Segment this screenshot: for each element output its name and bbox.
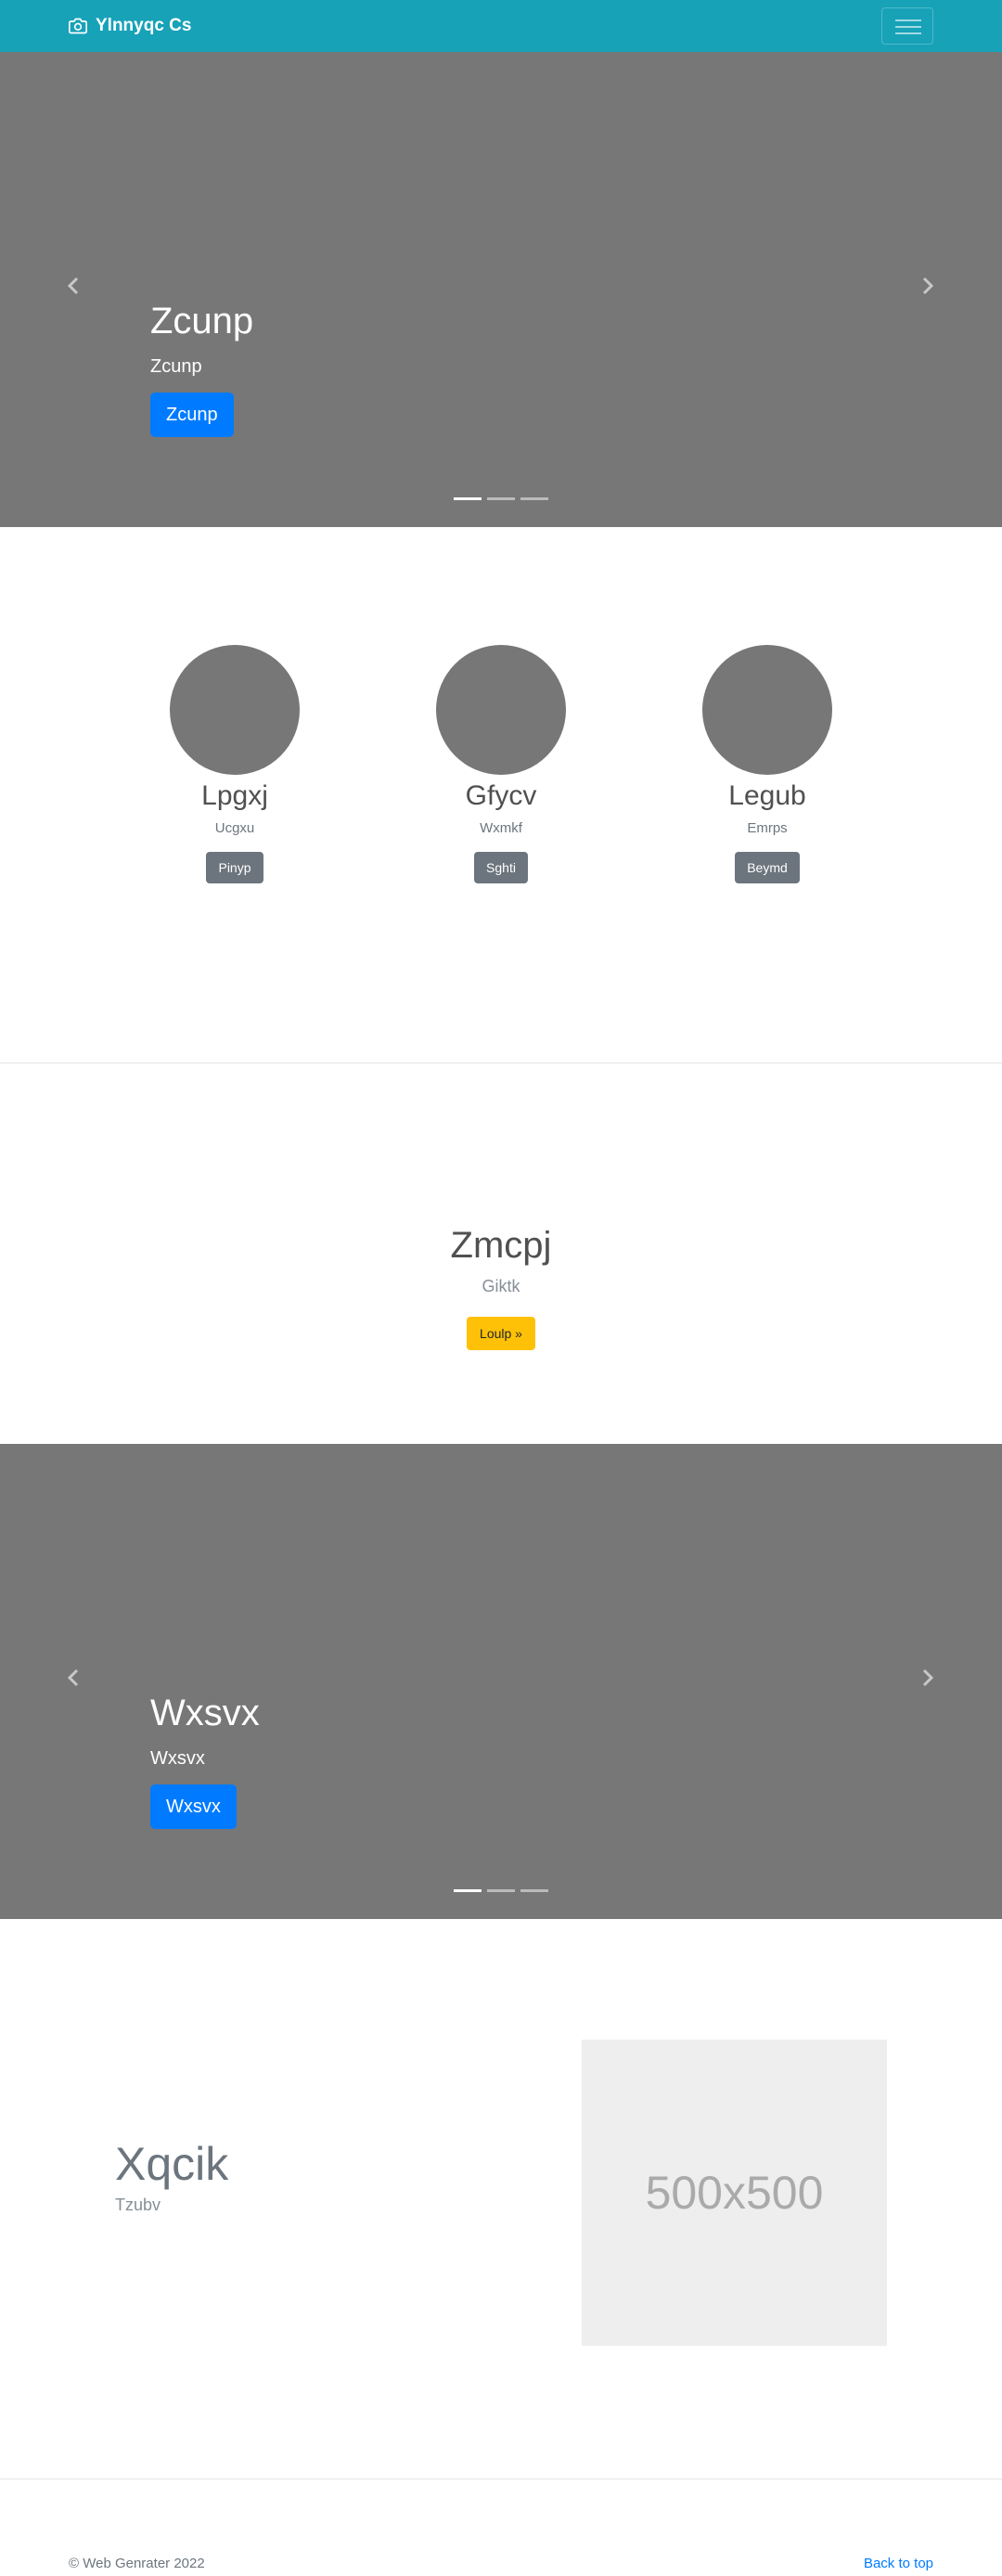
footer-copyright: © Web Genrater 2022 (69, 2556, 205, 2571)
back-to-top-link[interactable]: Back to top (864, 2556, 933, 2571)
carousel-next-button[interactable] (908, 267, 945, 304)
carousel-caption: Wxsvx Wxsvx Wxsvx (150, 1694, 260, 1829)
avatar (170, 645, 300, 775)
hamburger-menu-icon (895, 19, 921, 21)
carousel-title: Zcunp (150, 301, 254, 341)
carousel-prev-button[interactable] (56, 1659, 93, 1696)
second-carousel: Wxsvx Wxsvx Wxsvx (0, 1444, 1002, 1919)
carousel-caption: Zcunp Zcunp Zcunp (150, 303, 253, 437)
avatar (702, 645, 832, 775)
team-member-button[interactable]: Beymd (735, 852, 800, 883)
team-card: Gfycv Wxmkf Sghti (399, 645, 603, 883)
carousel-cta-button[interactable]: Zcunp (150, 393, 234, 437)
avatar (436, 645, 566, 775)
carousel-indicator-2[interactable] (487, 497, 515, 500)
feature-section: Zmcpj Giktk Loulp » (0, 1225, 1002, 1350)
navbar-toggler-button[interactable] (881, 7, 933, 45)
carousel-next-button[interactable] (908, 1659, 945, 1696)
team-member-name: Legub (728, 780, 806, 811)
team-member-role: Wxmkf (480, 820, 522, 836)
split-title: Xqcik (115, 2138, 229, 2190)
camera-icon (69, 18, 87, 34)
navbar: Ylnnyqc Cs (0, 0, 1002, 52)
split-text: Xqcik Tzubv (115, 2139, 228, 2215)
carousel-subtitle: Wxsvx (150, 1748, 205, 1769)
carousel-subtitle: Zcunp (150, 356, 202, 377)
hero-carousel: Zcunp Zcunp Zcunp (0, 52, 1002, 527)
chevron-left-icon (67, 1668, 79, 1687)
feature-subtitle: Giktk (482, 1277, 520, 1295)
carousel-indicator-3[interactable] (520, 1889, 548, 1892)
team-member-role: Ucgxu (214, 820, 255, 836)
brand-name: Ylnnyqc Cs (96, 16, 192, 35)
carousel-indicators (454, 497, 548, 500)
carousel-indicator-3[interactable] (520, 497, 548, 500)
split-subtitle: Tzubv (115, 2196, 161, 2214)
feature-title: Zmcpj (450, 1225, 552, 1266)
team-member-name: Gfycv (465, 780, 537, 811)
carousel-cta-button[interactable]: Wxsvx (150, 1784, 237, 1829)
carousel-indicators (454, 1889, 548, 1892)
feature-button[interactable]: Loulp » (467, 1317, 535, 1350)
team-member-button[interactable]: Sghti (474, 852, 528, 883)
team-member-role: Emrps (747, 820, 788, 836)
team-member-name: Lpgxj (201, 780, 268, 811)
chevron-left-icon (67, 277, 79, 295)
team-member-button[interactable]: Pinyp (206, 852, 263, 883)
navbar-brand[interactable]: Ylnnyqc Cs (69, 14, 191, 38)
carousel-prev-button[interactable] (56, 267, 93, 304)
team-card: Lpgxj Ucgxu Pinyp (133, 645, 337, 883)
chevron-right-icon (922, 1668, 934, 1687)
team-card: Legub Emrps Beymd (665, 645, 869, 883)
carousel-indicator-1[interactable] (454, 1889, 482, 1892)
carousel-title: Wxsvx (150, 1693, 260, 1733)
chevron-right-icon (922, 277, 934, 295)
carousel-indicator-2[interactable] (487, 1889, 515, 1892)
image-placeholder: 500x500 (582, 2040, 887, 2346)
carousel-indicator-1[interactable] (454, 497, 482, 500)
